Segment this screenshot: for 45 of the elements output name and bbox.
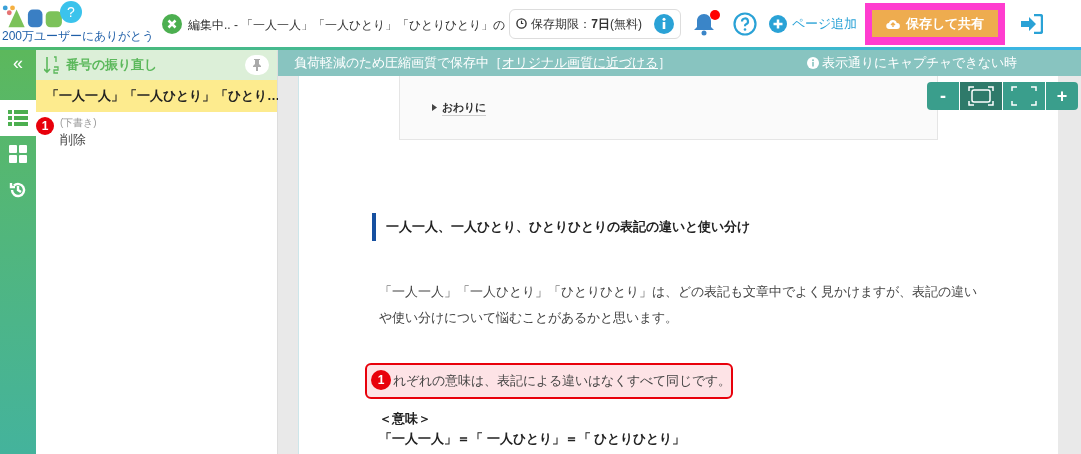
banner-message: 負荷軽減のため圧縮画質で保存中［オリジナル画質に近づける］ [294,54,671,73]
logo[interactable]: 200万ユーザーにありがとう ? [2,0,152,47]
logo-tagline: 200万ユーザーにありがとう [2,28,155,43]
clock-icon [516,18,528,29]
annotation-number: 1 [371,370,391,390]
toc-item[interactable]: おわりに [442,98,486,117]
fit-width-button[interactable] [960,82,1002,110]
history-icon [9,181,27,199]
equation-text: 「一人一人」＝「 一人ひとり」＝「 ひとりひとり」 [379,429,687,448]
pin-icon [252,59,262,71]
note-text[interactable]: 削除 [60,130,97,150]
quality-link[interactable]: オリジナル画質に近づける [502,55,658,71]
logout-icon[interactable] [1021,13,1044,34]
help-icon[interactable] [733,11,758,36]
subheading: ＜意味＞ [379,410,432,428]
rail-tab[interactable] [0,100,36,136]
list-icon [8,109,28,127]
collapse-button[interactable]: « [0,50,36,76]
annotation-highlight[interactable]: 1 れぞれの意味は、表記による違いはなくすべて同じです。 [365,363,733,399]
capture-help-link[interactable]: 表示通りにキャプチャできない時 [807,53,1017,73]
info-icon [807,57,819,69]
help-badge[interactable]: ? [60,0,82,23]
note-status: (下書き) [60,116,97,130]
annotated-text: れぞれの意味は、表記による違いはなくすべて同じです。 [393,372,731,390]
grid-icon [9,145,27,163]
plus-icon [769,14,788,33]
note-number: 1 [36,117,54,135]
zoom-button[interactable]: - [927,82,959,110]
notification-button[interactable] [693,11,718,36]
body-paragraph: 「一人一人」「一人ひとり」「ひとりひとり」は、どの表記も文章中でよく見かけますが、表記の違いや使い分けについて悩むことがあるかと思います。 [379,284,978,327]
document-title: 編集中.. - 「一人一人」「一人ひとり」「ひとりひとり」の [188,17,506,32]
zoom-button[interactable]: + [1046,82,1078,110]
section-heading: 一人一人、一人ひとり、ひとりひとりの表記の違いと使い分け [386,218,750,237]
expiry-label: 保存期限：7日(無料) [531,15,643,33]
sort-icon [44,56,60,74]
caret-icon [432,104,437,111]
save-share-button[interactable]: 保存して共有 [872,10,999,37]
fullscreen-button[interactable] [1003,82,1045,110]
pin-button[interactable] [245,55,269,75]
sidebar-title: 番号の振り直し [66,56,158,75]
add-page-button[interactable]: ページ追加 [767,13,860,34]
info-icon[interactable] [654,13,675,34]
close-icon[interactable] [162,13,182,34]
cloud-upload-icon [886,17,901,30]
bell-icon [693,11,716,36]
